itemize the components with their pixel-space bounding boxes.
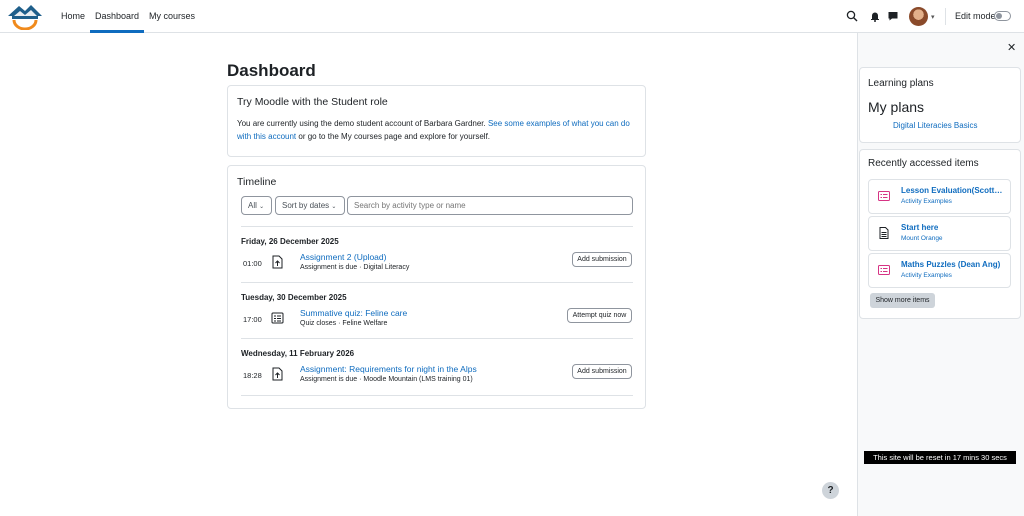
event-subtitle: Assignment is due · Moodle Mountain (LMS… (300, 376, 473, 383)
sort-label: Sort by dates (282, 201, 330, 210)
mount-orange-logo[interactable] (6, 2, 44, 31)
search-icon[interactable] (846, 10, 858, 22)
page-icon (878, 227, 890, 239)
chevron-down-icon[interactable]: ▾ (931, 13, 935, 21)
plan-link[interactable]: Digital Literacies Basics (893, 121, 977, 130)
recent-item-title: Lesson Evaluation(Scott ... (901, 186, 1003, 195)
chevron-down-icon: ⌄ (259, 204, 265, 210)
timeline-filter-select[interactable]: All ⌄ (241, 196, 272, 215)
close-icon[interactable]: ✕ (1007, 41, 1016, 54)
upload-icon (271, 255, 284, 269)
event-title-link[interactable]: Assignment: Requirements for night in th… (300, 364, 477, 374)
top-navbar: Home Dashboard My courses ▾ Edit mode (0, 0, 1024, 33)
intro-card: Try Moodle with the Student role You are… (227, 85, 646, 157)
divider (241, 338, 633, 339)
nav-my-courses[interactable]: My courses (144, 0, 200, 33)
intro-text-after: or go to the My courses page and explore… (296, 132, 491, 141)
chevron-down-icon: ⌄ (331, 204, 337, 210)
recent-item-title: Start here (901, 223, 939, 232)
recent-item[interactable]: Start here Mount Orange (868, 216, 1011, 251)
recent-item-title: Maths Puzzles (Dean Ang) (901, 260, 1001, 269)
recent-item-subtitle: Mount Orange (901, 235, 943, 242)
timeline-heading: Timeline (237, 176, 277, 188)
recent-item[interactable]: Maths Puzzles (Dean Ang) Activity Exampl… (868, 253, 1011, 288)
recent-item-subtitle: Activity Examples (901, 272, 952, 279)
timeline-date: Tuesday, 30 December 2025 (241, 293, 347, 302)
intro-text: You are currently using the demo student… (237, 117, 637, 143)
event-time: 18:28 (243, 371, 262, 380)
event-title-link[interactable]: Summative quiz: Feline care (300, 308, 407, 318)
timeline-search-input[interactable] (347, 196, 633, 215)
bell-icon[interactable] (869, 10, 881, 22)
quiz-icon (271, 311, 284, 325)
filter-label: All (248, 201, 257, 210)
timeline-date: Wednesday, 11 February 2026 (241, 349, 355, 358)
intro-heading: Try Moodle with the Student role (237, 96, 388, 108)
feedback-icon (878, 190, 890, 202)
recent-items-heading: Recently accessed items (868, 158, 979, 169)
show-more-button[interactable]: Show more items (870, 293, 935, 308)
help-button[interactable]: ? (822, 482, 839, 499)
recent-item[interactable]: Lesson Evaluation(Scott ... Activity Exa… (868, 179, 1011, 214)
recent-item-subtitle: Activity Examples (901, 198, 952, 205)
learning-plans-heading: Learning plans (868, 78, 934, 89)
event-time: 01:00 (243, 259, 262, 268)
nav-home[interactable]: Home (56, 0, 90, 33)
attempt-quiz-button[interactable]: Attempt quiz now (567, 308, 632, 323)
feedback-icon (878, 264, 890, 276)
avatar[interactable] (909, 7, 928, 26)
divider (241, 282, 633, 283)
reset-notice: This site will be reset in 17 mins 30 se… (864, 451, 1016, 464)
timeline-sort-select[interactable]: Sort by dates ⌄ (275, 196, 345, 215)
nav-dashboard[interactable]: Dashboard (90, 0, 145, 33)
chat-icon[interactable] (887, 10, 899, 22)
event-title-link[interactable]: Assignment 2 (Upload) (300, 252, 386, 262)
divider (241, 226, 633, 227)
edit-mode-label: Edit mode (955, 11, 996, 21)
page-title: Dashboard (227, 61, 316, 80)
nav-divider (945, 8, 946, 25)
intro-text-before: You are currently using the demo student… (237, 119, 488, 128)
event-subtitle: Assignment is due · Digital Literacy (300, 264, 410, 271)
edit-mode-toggle[interactable] (994, 11, 1011, 21)
my-plans-heading: My plans (868, 99, 925, 115)
add-submission-button[interactable]: Add submission (572, 252, 632, 267)
event-subtitle: Quiz closes · Feline Welfare (300, 320, 388, 327)
event-time: 17:00 (243, 315, 262, 324)
timeline-date: Friday, 26 December 2025 (241, 237, 339, 246)
upload-icon (271, 367, 284, 381)
divider (241, 395, 633, 396)
add-submission-button[interactable]: Add submission (572, 364, 632, 379)
